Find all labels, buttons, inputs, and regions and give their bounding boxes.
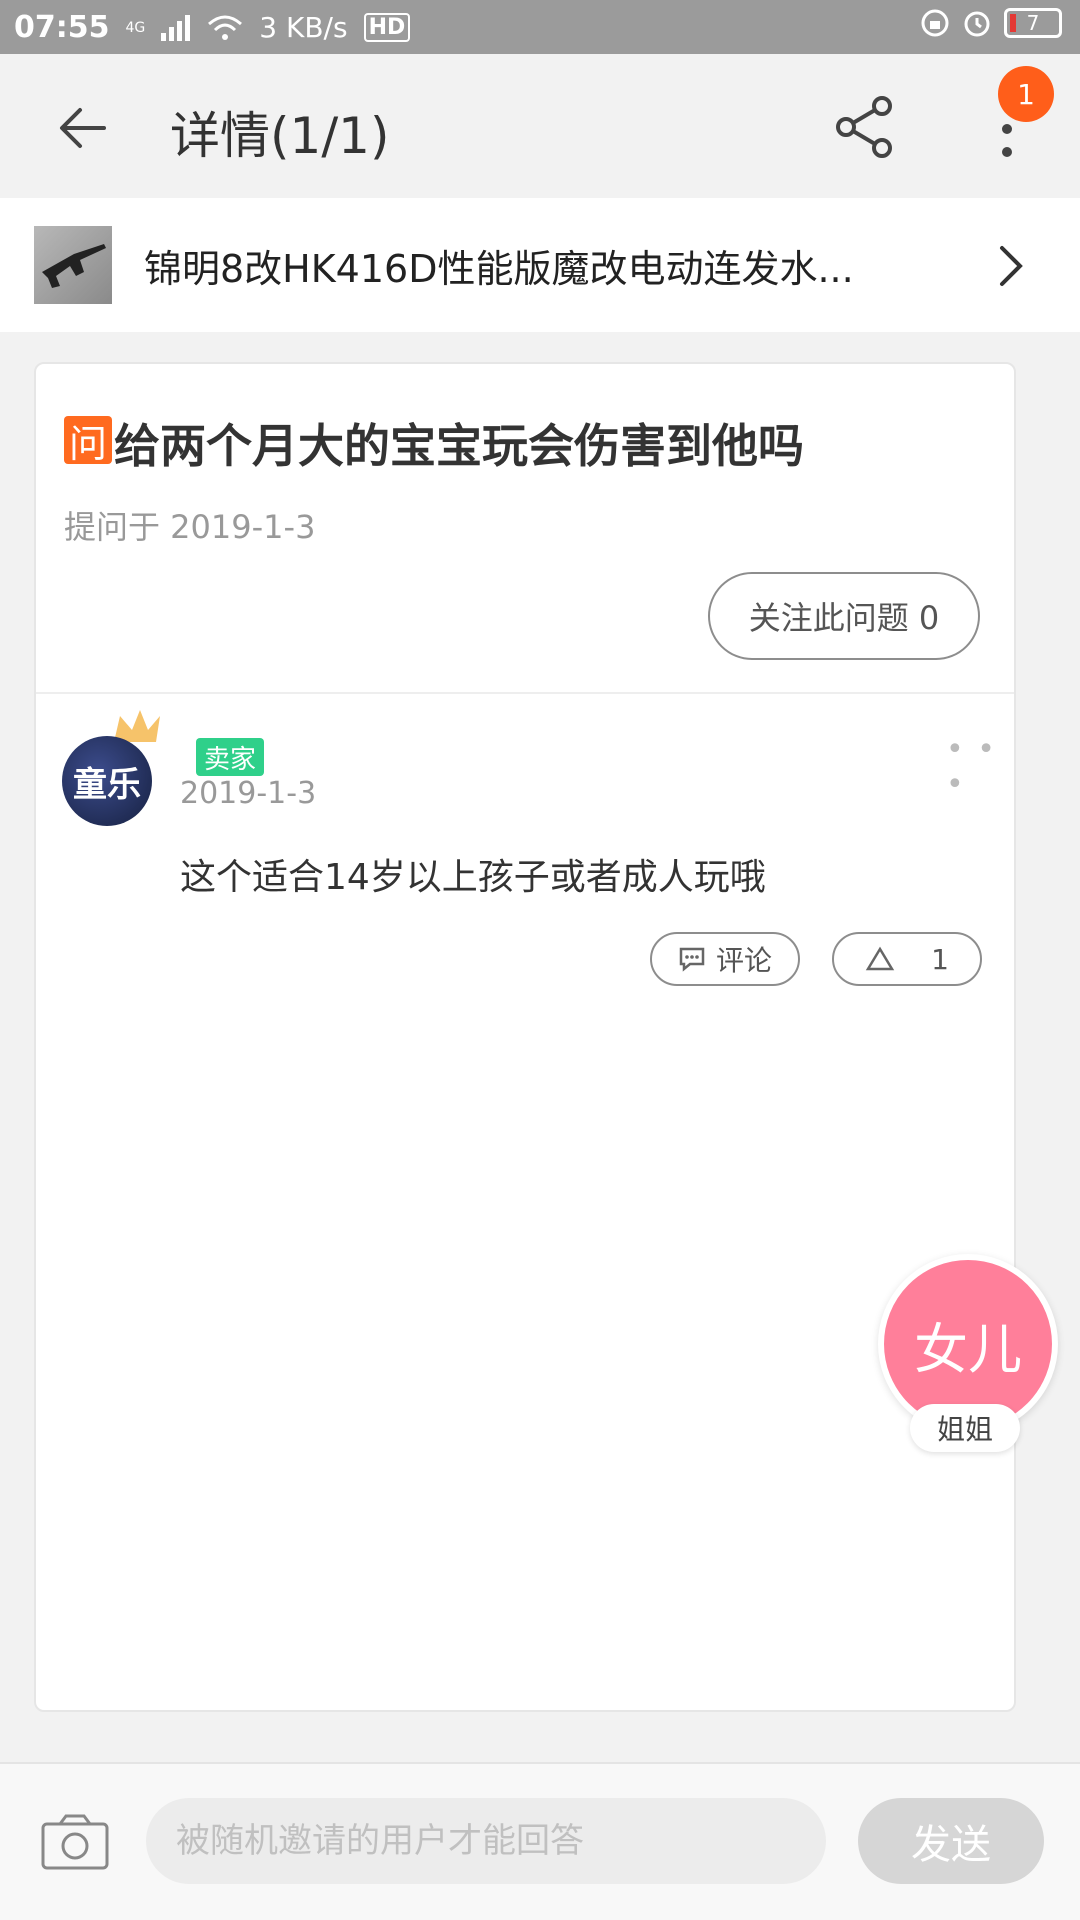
answer-text: 这个适合14岁以上孩子或者成人玩哦 <box>180 857 766 898</box>
comment-label: 评论 <box>715 944 772 977</box>
divider <box>36 692 1014 694</box>
back-arrow-icon[interactable] <box>54 98 114 158</box>
answer-input[interactable] <box>146 1798 826 1884</box>
question-text: 给两个月大的宝宝玩会伤害到他吗 <box>114 419 804 473</box>
signal-icon <box>161 14 191 41</box>
product-thumbnail <box>34 226 112 304</box>
status-time: 07:55 <box>14 10 110 45</box>
bottom-bar: 发送 <box>0 1762 1080 1920</box>
battery-icon: 7 <box>1004 8 1062 38</box>
avatar[interactable]: 童乐 <box>62 736 152 826</box>
comment-icon <box>679 947 705 972</box>
comment-button[interactable]: 评论 <box>650 932 800 986</box>
share-icon[interactable] <box>834 96 896 158</box>
triangle-up-icon <box>865 946 895 971</box>
question-date: 提问于 2019-1-3 <box>64 508 316 546</box>
camera-icon[interactable] <box>40 1812 110 1872</box>
top-bar: 详情(1/1) 1 <box>0 54 1080 198</box>
wifi-icon <box>208 15 243 40</box>
answer-date: 2019-1-3 <box>180 776 317 811</box>
status-bar: 07:55 4G 3 KB/s HD 7 <box>0 0 1080 54</box>
seller-tag: 卖家 <box>196 738 265 776</box>
chevron-right-icon <box>1000 246 1023 286</box>
status-right: 7 <box>920 8 1062 38</box>
rifle-icon <box>42 244 106 288</box>
question-tag: 问 <box>64 416 112 466</box>
floating-label[interactable]: 姐姐 <box>910 1404 1020 1452</box>
like-button[interactable]: 1 <box>832 932 982 986</box>
send-button[interactable]: 发送 <box>858 1798 1044 1884</box>
product-row[interactable]: 锦明8改HK416D性能版魔改电动连发水... <box>0 198 1080 332</box>
battery-level: 7 <box>1026 11 1040 35</box>
product-name: 锦明8改HK416D性能版魔改电动连发水... <box>144 247 854 291</box>
hd-indicator: HD <box>363 13 411 42</box>
status-left: 07:55 4G 3 KB/s HD <box>14 10 411 45</box>
notification-badge: 1 <box>998 66 1054 122</box>
like-count: 1 <box>931 942 949 976</box>
alarm-icon <box>964 11 990 37</box>
network-type: 4G <box>125 19 146 36</box>
network-speed: 3 KB/s <box>259 11 348 44</box>
qa-card: 问 给两个月大的宝宝玩会伤害到他吗 提问于 2019-1-3 关注此问题 0 童… <box>34 362 1016 1712</box>
page-title: 详情(1/1) <box>170 107 390 165</box>
more-options-icon[interactable]: • • • <box>946 732 1014 802</box>
lock-rotation-icon <box>921 9 949 37</box>
follow-question-button[interactable]: 关注此问题 0 <box>708 572 980 660</box>
battery-fill <box>1010 14 1016 32</box>
